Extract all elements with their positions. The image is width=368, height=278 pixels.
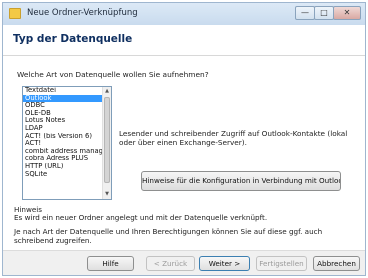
datasource-list-items: Textdatei Outlook ODBC OLE-DB Lotus Notes LDA… — [23, 87, 103, 178]
finish-button[interactable]: Fertigstellen — [256, 256, 307, 271]
maximize-button[interactable]: □ — [314, 6, 334, 20]
wizard-header: Typ der Datenquelle — [3, 25, 365, 56]
scroll-down-icon[interactable]: ▼ — [103, 190, 111, 199]
datasource-list-item[interactable]: Outlook — [23, 94, 103, 103]
datasource-list-item[interactable]: combit address manag — [23, 148, 103, 156]
datasource-list-item[interactable]: Textdatei — [23, 87, 103, 95]
folder-icon — [9, 8, 21, 19]
title-bar[interactable]: Neue Ordner-Verknüpfung — □ ✕ — [3, 3, 365, 25]
next-button[interactable]: Weiter > — [199, 256, 250, 271]
wizard-footer: Hilfe < Zurück Weiter > Fertigstellen Ab… — [3, 250, 365, 275]
close-button[interactable]: ✕ — [333, 6, 361, 20]
datasource-list-item[interactable]: ACT! — [23, 140, 103, 148]
datasource-list-item[interactable]: LDAP — [23, 125, 103, 133]
hint-text-2: Je nach Art der Datenquelle und Ihren Be… — [14, 227, 323, 245]
hint-text-1: Es wird ein neuer Ordner angelegt und mi… — [14, 213, 268, 222]
datasource-list-item[interactable]: HTTP (URL) — [23, 163, 103, 171]
cancel-button[interactable]: Abbrechen — [313, 256, 360, 271]
minimize-button[interactable]: — — [295, 6, 315, 20]
window-title: Neue Ordner-Verknüpfung — [27, 8, 138, 18]
configuration-hints-button[interactable]: Hinweise für die Konfiguration in Verbin… — [141, 171, 341, 191]
help-button[interactable]: Hilfe — [87, 256, 134, 271]
datasource-list-item[interactable]: cobra Adress PLUS — [23, 155, 103, 163]
datasource-description: Lesender und schreibender Zugriff auf Ou… — [119, 129, 348, 147]
scroll-up-icon[interactable]: ▲ — [103, 87, 111, 96]
back-button[interactable]: < Zurück — [146, 256, 195, 271]
scroll-thumb[interactable] — [104, 97, 110, 183]
datasource-list-item[interactable]: OLE-DB — [23, 110, 103, 118]
dialog-window: Neue Ordner-Verknüpfung — □ ✕ Typ der Da… — [2, 2, 366, 276]
datasource-listbox[interactable]: Textdatei Outlook ODBC OLE-DB Lotus Notes LDA… — [22, 86, 112, 200]
list-scrollbar[interactable]: ▲ ▼ — [102, 87, 111, 199]
datasource-list-item[interactable]: ODBC — [23, 102, 103, 110]
datasource-question: Welche Art von Datenquelle wollen Sie au… — [17, 70, 209, 79]
page-title: Typ der Datenquelle — [13, 33, 133, 45]
datasource-list-item[interactable]: ACT! (bis Version 6) — [23, 133, 103, 141]
datasource-list-item[interactable]: Lotus Notes — [23, 117, 103, 125]
datasource-list-item[interactable]: SQLite — [23, 171, 103, 179]
